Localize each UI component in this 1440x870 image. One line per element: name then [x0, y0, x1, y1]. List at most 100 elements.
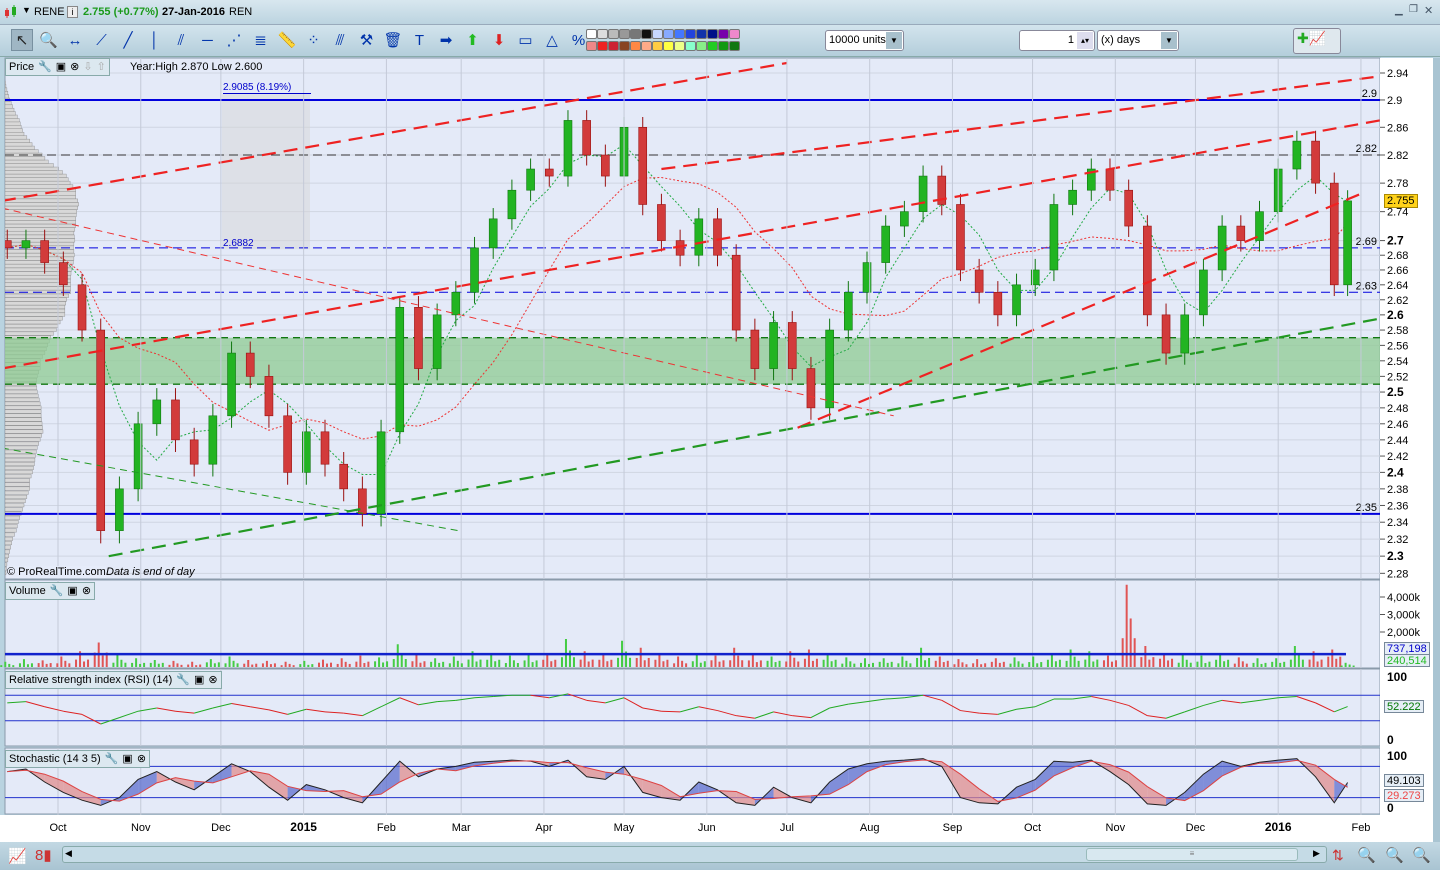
volume-bar — [318, 662, 320, 667]
volume-profile-bar — [5, 520, 19, 524]
volume-profile-bar — [5, 107, 15, 112]
volume-profile-bar — [5, 515, 20, 520]
candle — [208, 415, 218, 465]
volume-bar — [1102, 660, 1105, 667]
volume-bar — [916, 657, 919, 667]
volume-bar — [722, 660, 725, 667]
volume-bar — [1327, 656, 1330, 667]
last-price-tag: 2.755 — [1384, 194, 1418, 208]
volume-profile-bar — [5, 324, 59, 328]
volume-bar — [699, 662, 702, 667]
volume-profile-bar — [5, 242, 75, 246]
wrench-icon[interactable]: 🔧 — [176, 672, 190, 688]
window-icon[interactable]: ▣ — [122, 751, 132, 767]
volume-profile-bar — [5, 499, 26, 503]
volume-tick-label: 4,000k — [1387, 592, 1421, 604]
volume-bar — [897, 663, 900, 667]
month-label: May — [614, 822, 635, 834]
volume-bar — [830, 661, 833, 667]
volume-bar — [747, 660, 750, 667]
close-panel-icon[interactable]: ⊗ — [70, 59, 79, 75]
volume-bar — [180, 664, 183, 667]
window-icon[interactable]: ▣ — [67, 583, 77, 599]
volume-bar — [1335, 658, 1338, 667]
volume-profile-bar — [5, 191, 76, 196]
volume-profile-bar — [5, 316, 63, 321]
volume-bar — [714, 655, 717, 667]
horizontal-line-label: 2.35 — [1356, 502, 1377, 514]
reset-zoom-icon[interactable]: ⇅ — [1332, 847, 1344, 864]
wrench-icon[interactable]: 🔧 — [105, 751, 119, 767]
price-tick-label: 2.62 — [1387, 295, 1408, 307]
volume-bar — [322, 659, 324, 667]
volume-bar — [494, 661, 497, 667]
right-edge — [1433, 58, 1440, 842]
chart-type-icon[interactable]: 📈 — [8, 847, 27, 865]
volume-bar — [841, 663, 844, 667]
zoom-vertical-icon[interactable]: 🔍 — [1357, 846, 1376, 864]
volume-bar — [598, 659, 601, 667]
price-panel-label: Price — [9, 61, 35, 73]
volume-bar — [1208, 661, 1211, 667]
candle — [974, 269, 984, 293]
volume-profile-bar — [5, 125, 22, 129]
candle — [1012, 284, 1021, 316]
volume-bar — [1301, 659, 1304, 667]
volume-profile-bar — [5, 478, 30, 483]
candle — [750, 329, 760, 369]
horizontal-scrollbar[interactable]: ◀ ≡ ▶ — [62, 846, 1327, 863]
wrench-icon[interactable]: 🔧 — [50, 583, 64, 599]
volume-bar — [1289, 659, 1292, 667]
scroll-right-icon[interactable]: ▶ — [1313, 848, 1320, 859]
rsi-line-segment — [661, 710, 681, 713]
volume-profile-bar — [5, 507, 23, 512]
move-up-icon[interactable]: ⇧ — [97, 59, 106, 75]
scroll-left-icon[interactable]: ◀ — [65, 848, 72, 859]
candle-style-icon[interactable]: 8▮ — [35, 846, 52, 864]
close-panel-icon[interactable]: ⊗ — [208, 672, 217, 688]
month-label: Aug — [860, 822, 880, 834]
volume-bar — [860, 662, 863, 667]
window-icon[interactable]: ▣ — [194, 672, 204, 688]
volume-profile-bar — [5, 234, 75, 239]
candle — [1105, 168, 1115, 191]
volume-bar — [12, 665, 15, 667]
zoom-in-icon[interactable]: 🔍 — [1412, 846, 1431, 864]
volume-profile-bar — [5, 101, 12, 106]
horizontal-line-label: 2.69 — [1356, 236, 1377, 248]
volume-bar — [4, 661, 7, 667]
chart-canvas[interactable]: 2.9 2.82 2.69 2.63 2.35 2.94 2.9 2.86 2.82 2.78 2.… — [0, 0, 1440, 870]
volume-bar — [479, 659, 482, 667]
volume-bar — [172, 660, 175, 667]
month-label: Mar — [452, 822, 471, 834]
month-label: 2016 — [1265, 820, 1292, 834]
window-icon[interactable]: ▣ — [56, 59, 66, 75]
volume-bar — [822, 659, 825, 667]
volume-bar — [415, 654, 418, 667]
volume-profile-bar — [5, 118, 20, 123]
volume-profile-bar — [5, 441, 39, 446]
volume-bar — [1013, 657, 1016, 667]
volume-profile-bar — [5, 389, 38, 394]
volume-bar — [1352, 665, 1355, 667]
volume-bar — [1348, 664, 1351, 667]
scrollbar-thumb[interactable]: ≡ — [1086, 848, 1298, 861]
volume-bar — [512, 660, 515, 667]
volume-bar — [938, 656, 941, 667]
volume-bar — [1297, 654, 1300, 667]
candle — [115, 488, 124, 531]
volume-bar — [265, 660, 268, 667]
volume-profile-bar — [5, 490, 29, 495]
close-panel-icon[interactable]: ⊗ — [137, 751, 146, 767]
volume-bar — [423, 661, 426, 667]
volume-bar — [803, 658, 806, 667]
close-panel-icon[interactable]: ⊗ — [82, 583, 91, 599]
candle — [451, 291, 461, 316]
volume-bar — [112, 662, 115, 667]
volume-profile-bar — [5, 528, 17, 533]
volume-profile-bar — [5, 253, 75, 257]
wrench-icon[interactable]: 🔧 — [38, 59, 52, 75]
zoom-out-icon[interactable]: 🔍 — [1385, 846, 1404, 864]
candle — [507, 189, 517, 220]
move-down-icon[interactable]: ⇩ — [83, 59, 92, 75]
